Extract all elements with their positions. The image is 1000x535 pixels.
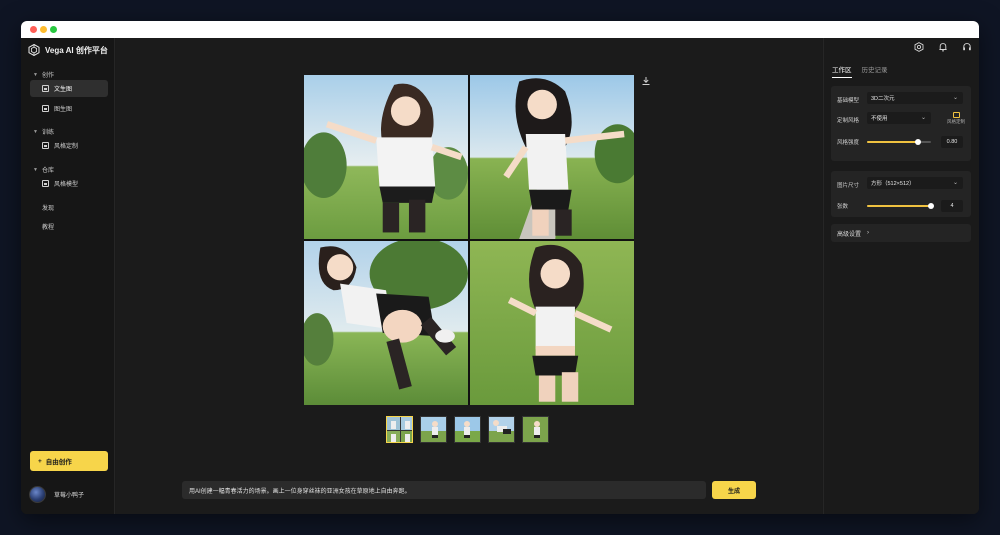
vega-logo-icon bbox=[28, 44, 40, 56]
slider-fill bbox=[867, 205, 931, 207]
chevron-down-icon: ⌄ bbox=[952, 180, 958, 186]
slider-fill bbox=[867, 141, 919, 143]
sidebar-item-label: 风格模型 bbox=[54, 182, 79, 188]
size-value: 方形（512×512） bbox=[871, 181, 915, 187]
nav-section-create[interactable]: ▼ 创作 bbox=[33, 70, 54, 80]
slider-knob[interactable] bbox=[915, 139, 922, 145]
custom-style-button[interactable]: 风格定制 bbox=[947, 112, 965, 125]
slider-knob[interactable] bbox=[928, 203, 934, 209]
image-icon bbox=[42, 85, 49, 92]
nav-section-label: 仓库 bbox=[41, 168, 54, 174]
base-model-select[interactable]: 3D二次元 ⌄ bbox=[867, 92, 963, 104]
result-image-3[interactable] bbox=[304, 241, 468, 405]
count-value[interactable]: 4 bbox=[941, 200, 963, 212]
mail-icon bbox=[952, 112, 960, 118]
user-profile[interactable]: 草莓小鸭子 bbox=[29, 486, 84, 503]
output-settings-card: 图片尺寸 方形（512×512） ⌄ 张数 4 bbox=[831, 171, 971, 217]
model-settings-card: 基础模型 3D二次元 ⌄ 定制风格 不使用 ⌄ 风格定制 风格强度 0.80 bbox=[831, 86, 971, 161]
free-create-button[interactable]: + 自由创作 bbox=[30, 451, 108, 471]
style-label: 定制风格 bbox=[837, 118, 860, 124]
tab-history[interactable]: 历史记录 bbox=[862, 64, 888, 78]
style-value: 不使用 bbox=[871, 116, 888, 122]
nav-section-label: 训练 bbox=[41, 130, 54, 136]
style-select[interactable]: 不使用 ⌄ bbox=[867, 112, 931, 124]
custom-style-label: 风格定制 bbox=[947, 119, 965, 124]
close-window-button[interactable] bbox=[30, 26, 37, 33]
thumbnail-image-2[interactable] bbox=[454, 416, 481, 443]
base-model-label: 基础模型 bbox=[837, 98, 860, 104]
chevron-down-icon: ▼ bbox=[33, 71, 38, 78]
sidebar-link-discover[interactable]: 发现 bbox=[42, 203, 54, 212]
sidebar-item-image-to-image[interactable]: 图生图 bbox=[30, 100, 108, 117]
sidebar: Vega AI 创作平台 ▼ 创作 文生图 图生图 ▼ 训练 风格定制 ▼ 仓库 bbox=[21, 38, 115, 514]
result-image-grid[interactable] bbox=[304, 75, 634, 405]
header-icons bbox=[914, 42, 972, 52]
nav-section-repo[interactable]: ▼ 仓库 bbox=[33, 165, 54, 175]
thumbnail-grid[interactable] bbox=[386, 416, 413, 443]
canvas-area: 生成 bbox=[116, 38, 822, 514]
nav-section-train[interactable]: ▼ 训练 bbox=[33, 127, 54, 137]
sidebar-item-label: 文生图 bbox=[54, 87, 73, 93]
brand[interactable]: Vega AI 创作平台 bbox=[28, 44, 108, 56]
headset-icon[interactable] bbox=[962, 42, 972, 52]
settings-panel: 工作区 历史记录 基础模型 3D二次元 ⌄ 定制风格 不使用 ⌄ 风格定制 风格… bbox=[823, 38, 979, 514]
app-title: Vega AI 创作平台 bbox=[45, 45, 108, 55]
maximize-window-button[interactable] bbox=[50, 26, 57, 33]
generate-button[interactable]: 生成 bbox=[712, 481, 756, 499]
result-image-1[interactable] bbox=[304, 75, 468, 239]
nav-section-label: 创作 bbox=[41, 73, 54, 79]
tab-workspace[interactable]: 工作区 bbox=[832, 64, 852, 78]
style-strength-value[interactable]: 0.80 bbox=[941, 136, 963, 148]
size-select[interactable]: 方形（512×512） ⌄ bbox=[867, 177, 963, 189]
app-window: Vega AI 创作平台 ▼ 创作 文生图 图生图 ▼ 训练 风格定制 ▼ 仓库 bbox=[21, 21, 979, 514]
plus-icon: + bbox=[38, 457, 42, 465]
count-label: 张数 bbox=[837, 204, 849, 210]
sidebar-item-style-models[interactable]: 风格模型 bbox=[30, 175, 108, 192]
user-name: 草莓小鸭子 bbox=[54, 493, 85, 499]
download-icon[interactable] bbox=[641, 76, 651, 86]
chevron-right-icon: › bbox=[867, 230, 870, 236]
base-model-value: 3D二次元 bbox=[871, 96, 895, 102]
count-slider[interactable] bbox=[867, 203, 934, 209]
sidebar-item-style-custom[interactable]: 风格定制 bbox=[30, 137, 108, 154]
style-icon bbox=[42, 142, 49, 149]
panel-tabs: 工作区 历史记录 bbox=[832, 64, 888, 78]
title-bar bbox=[21, 21, 979, 38]
style-strength-label: 风格强度 bbox=[837, 140, 860, 146]
model-icon bbox=[42, 180, 49, 187]
chevron-down-icon: ▼ bbox=[33, 166, 38, 173]
prompt-input[interactable] bbox=[182, 481, 706, 499]
sidebar-item-label: 图生图 bbox=[54, 107, 73, 113]
image-icon bbox=[42, 105, 49, 112]
chevron-down-icon: ⌄ bbox=[952, 95, 958, 101]
bell-icon[interactable] bbox=[938, 42, 948, 52]
avatar bbox=[29, 486, 46, 503]
advanced-settings-label: 高级设置 bbox=[837, 231, 862, 238]
style-strength-slider[interactable] bbox=[867, 139, 931, 145]
free-create-label: 自由创作 bbox=[45, 459, 72, 466]
sidebar-item-label: 风格定制 bbox=[54, 144, 79, 150]
thumbnail-strip bbox=[386, 416, 549, 443]
chevron-down-icon: ▼ bbox=[33, 128, 38, 135]
sidebar-item-text-to-image[interactable]: 文生图 bbox=[30, 80, 108, 97]
chevron-down-icon: ⌄ bbox=[920, 115, 926, 121]
advanced-settings-button[interactable]: 高级设置 › bbox=[831, 224, 971, 242]
sidebar-link-tutorial[interactable]: 教程 bbox=[42, 222, 54, 231]
result-image-4[interactable] bbox=[470, 241, 634, 405]
size-label: 图片尺寸 bbox=[837, 183, 860, 189]
thumbnail-image-3[interactable] bbox=[488, 416, 515, 443]
thumbnail-image-1[interactable] bbox=[420, 416, 447, 443]
thumbnail-image-4[interactable] bbox=[522, 416, 549, 443]
minimize-window-button[interactable] bbox=[40, 26, 47, 33]
result-image-2[interactable] bbox=[470, 75, 634, 239]
settings-icon[interactable] bbox=[914, 42, 924, 52]
